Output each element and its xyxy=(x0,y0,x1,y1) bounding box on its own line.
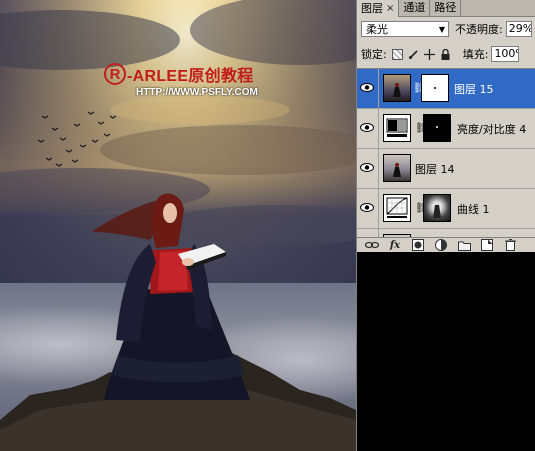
divider xyxy=(378,229,379,237)
document-canvas[interactable]: R -ARLEE原创教程 HTTP://WWW.PSFLY.COM xyxy=(0,0,356,451)
lock-position-icon[interactable] xyxy=(423,48,435,60)
divider xyxy=(378,69,379,108)
fx-icon[interactable]: fx xyxy=(388,239,402,251)
blend-opacity-row: 柔光 ▼ 不透明度: 29% xyxy=(361,20,535,38)
tab-layers[interactable]: 图层 × xyxy=(357,0,400,17)
visibility-eye-icon[interactable] xyxy=(360,122,374,133)
tab-layers-label: 图层 xyxy=(361,1,383,15)
tab-paths[interactable]: 路径 xyxy=(430,0,462,16)
divider xyxy=(378,149,379,188)
lock-all-icon[interactable] xyxy=(440,48,451,60)
trash-icon[interactable] xyxy=(503,239,517,251)
curves-icon[interactable] xyxy=(383,194,411,222)
fill-input[interactable]: 100% xyxy=(491,46,520,62)
layer-thumbnail[interactable] xyxy=(383,154,411,182)
new-layer-icon[interactable] xyxy=(480,239,494,251)
layer-row-14[interactable]: 图层 14 xyxy=(357,149,535,189)
tab-channels[interactable]: 通道 xyxy=(399,0,431,16)
chevron-down-icon: ▼ xyxy=(438,24,446,34)
folder-icon[interactable] xyxy=(457,239,471,251)
divider xyxy=(378,189,379,228)
panel-empty-area xyxy=(357,252,535,451)
layer-mask-thumbnail[interactable] xyxy=(421,74,449,102)
lock-pixels-icon[interactable] xyxy=(408,49,419,60)
panel-tabs: 图层 × 通道 路径 xyxy=(357,0,535,17)
blend-mode-value: 柔光 xyxy=(366,23,388,36)
blend-mode-select[interactable]: 柔光 ▼ xyxy=(361,21,449,37)
lock-fill-row: 锁定: 填充: 100% xyxy=(361,46,535,62)
layer-name[interactable]: 亮度/对比度 4 xyxy=(457,121,526,137)
logo-url: HTTP://WWW.PSFLY.COM xyxy=(136,87,258,98)
mask-icon[interactable] xyxy=(411,239,425,251)
lock-transparency-icon[interactable] xyxy=(391,48,403,60)
brightness-contrast-icon[interactable] xyxy=(383,114,411,142)
opacity-label: 不透明度: xyxy=(455,23,503,36)
layer-row-15[interactable]: ⛓ 图层 15 xyxy=(357,69,535,109)
fill-label: 填充: xyxy=(462,48,489,61)
opacity-input[interactable]: 29% xyxy=(505,21,532,37)
visibility-eye-icon[interactable] xyxy=(360,162,374,173)
tab-paths-label: 路径 xyxy=(434,1,457,14)
layer-row-partial[interactable] xyxy=(357,229,535,237)
divider xyxy=(378,109,379,148)
layer-mask-thumbnail[interactable] xyxy=(423,114,451,142)
layer-name[interactable]: 图层 15 xyxy=(454,81,494,97)
layer-name[interactable]: 曲线 1 xyxy=(457,201,490,217)
layer-name[interactable]: 图层 14 xyxy=(415,161,455,177)
link-icon[interactable] xyxy=(365,239,379,251)
layer-row-brightness-contrast-4[interactable]: ⛓ 亮度/对比度 4 xyxy=(357,109,535,149)
layer-row-curves-1[interactable]: ⛓ 曲线 1 xyxy=(357,189,535,229)
registered-mark: R xyxy=(104,63,126,85)
layer-thumbnail[interactable] xyxy=(383,74,411,102)
layers-list: ⛓ 图层 15 ⛓ 亮度/对比度 4 图层 14 ⛓ 曲线 1 xyxy=(357,68,535,237)
lock-label: 锁定: xyxy=(361,48,387,61)
watermark-logo: R -ARLEE原创教程 HTTP://WWW.PSFLY.COM xyxy=(104,62,344,98)
adjustment-icon[interactable] xyxy=(434,239,448,251)
visibility-eye-icon[interactable] xyxy=(360,82,374,93)
close-icon[interactable]: × xyxy=(386,1,394,17)
visibility-eye-icon[interactable] xyxy=(360,202,374,213)
layer-mask-thumbnail[interactable] xyxy=(423,194,451,222)
logo-text: -ARLEE原创教程 xyxy=(127,68,254,85)
tab-channels-label: 通道 xyxy=(403,1,426,14)
layers-panel: 图层 × 通道 路径 柔光 ▼ 不透明度: 29% 锁定: 填充: 100% xyxy=(356,0,535,451)
layers-bottom-toolbar: fx xyxy=(357,237,535,252)
